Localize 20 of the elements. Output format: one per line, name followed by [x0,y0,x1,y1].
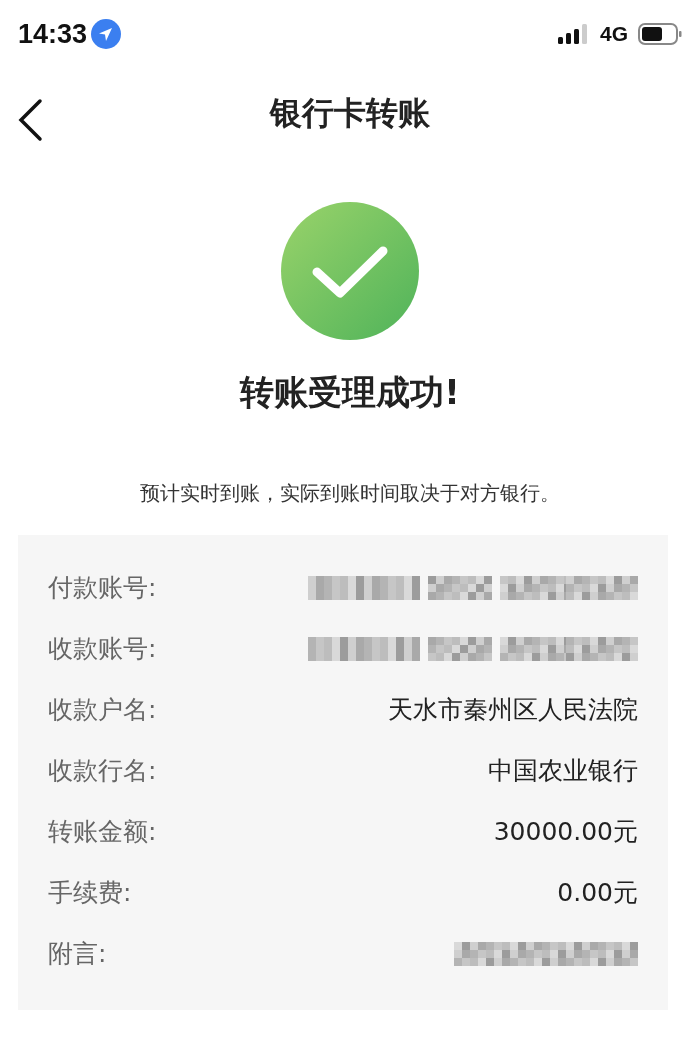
detail-label: 转账金额: [48,816,157,848]
detail-label: 收款行名: [48,755,157,787]
location-icon [91,19,122,49]
result-heading: 转账受理成功! [240,371,460,414]
status-time: 14:33 [18,18,88,50]
page-title: 银行卡转账 [270,93,430,134]
detail-label: 付款账号: [48,572,157,604]
detail-label: 收款户名: [48,694,157,726]
detail-label: 收款账号: [48,633,157,665]
back-icon [16,98,44,142]
battery-icon [638,23,682,45]
detail-value: 中国农业银行 [488,755,638,787]
detail-label: 附言: [48,938,107,970]
detail-value: 天水市秦州区人民法院 [388,694,638,726]
detail-value: 30000.00元 [493,816,638,848]
detail-value: 0.00元 [557,877,638,909]
signal-icon [558,24,590,44]
network-type: 4G [600,22,628,46]
arrival-note: 预计实时到账，实际到账时间取决于对方银行。 [140,480,560,507]
detail-label: 手续费: [48,877,132,909]
